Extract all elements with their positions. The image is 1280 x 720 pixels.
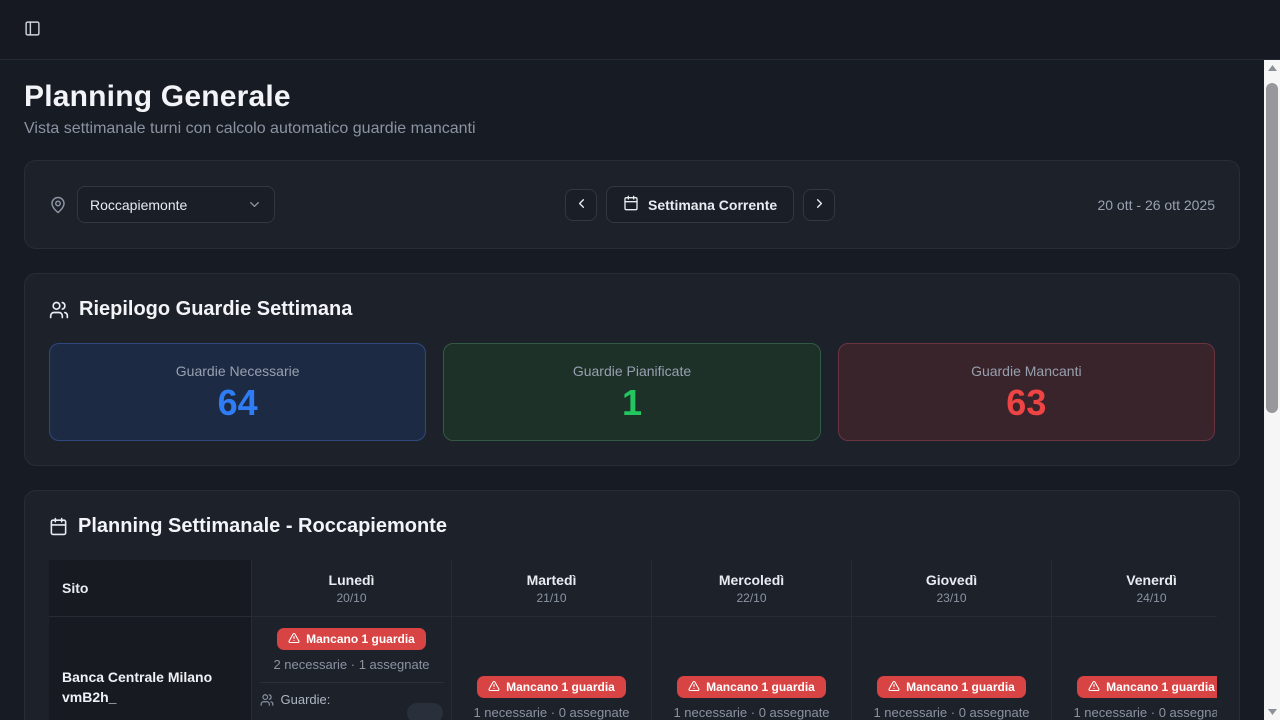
triangle-alert-icon [688,680,700,695]
missing-guards-badge: Mancano 1 guardia [477,676,626,698]
stat-guardie-necessarie: Guardie Necessarie 64 [49,343,426,441]
stat-value: 63 [1006,385,1046,421]
triangle-alert-icon [888,680,900,695]
week-date-range: 20 ott - 26 ott 2025 [1097,197,1215,213]
shift-cell-friday[interactable]: Mancano 1 guardia 1 necessarie · 0 asseg… [1052,617,1217,720]
summary-card: Riepilogo Guardie Settimana Guardie Nece… [24,273,1240,466]
guards-count-info: 1 necessarie · 0 assegnate [873,705,1029,720]
current-week-button-label: Settimana Corrente [648,197,777,213]
page-subtitle: Vista settimanale turni con calcolo auto… [24,120,1240,138]
panel-left-icon [24,20,41,40]
shift-cell-monday[interactable]: Mancano 1 guardia 2 necessarie · 1 asseg… [252,617,451,720]
missing-guards-badge: Mancano 1 guardia [877,676,1026,698]
scrollbar-thumb[interactable] [1266,83,1278,413]
calendar-icon [623,195,639,214]
guards-count-info: 1 necessarie · 0 assegnate [1073,705,1217,720]
shift-cell-tuesday[interactable]: Mancano 1 guardia 1 necessarie · 0 asseg… [452,617,651,720]
scrollbar-down-arrow[interactable] [1264,704,1280,720]
scrollbar-up-arrow[interactable] [1264,60,1280,76]
main-content: Planning Generale Vista settimanale turn… [0,60,1264,720]
current-week-button[interactable]: Settimana Corrente [606,186,794,223]
users-icon [260,693,274,707]
stat-label: Guardie Necessarie [176,363,300,379]
summary-title: Riepilogo Guardie Settimana [79,298,352,321]
filter-bar: Roccapiemonte Settimana Corrente [24,160,1240,249]
map-pin-icon [49,196,67,214]
guards-count-info: 1 necessarie · 0 assegnate [673,705,829,720]
guard-chip[interactable] [407,703,443,720]
vertical-scrollbar[interactable] [1264,60,1280,720]
column-header-sito: Sito [49,560,251,617]
location-select-value: Roccapiemonte [90,197,187,213]
stat-label: Guardie Mancanti [971,363,1082,379]
table-row: Banca Centrale Milano vmB2h_ Mancano 1 g… [49,617,1217,720]
triangle-alert-icon [488,680,500,695]
chevron-right-icon [812,196,827,214]
stat-label: Guardie Pianificate [573,363,691,379]
cell-divider [260,682,444,683]
column-header-day: Lunedì 20/10 [252,560,451,617]
stat-value: 1 [622,385,642,421]
chevron-down-icon [247,197,262,212]
stat-guardie-pianificate: Guardie Pianificate 1 [443,343,820,441]
missing-guards-badge: Mancano 1 guardia [277,628,426,650]
planning-title: Planning Settimanale - Roccapiemonte [78,515,447,538]
stat-guardie-mancanti: Guardie Mancanti 63 [838,343,1215,441]
users-icon [49,300,69,320]
location-select[interactable]: Roccapiemonte [77,186,275,223]
shift-cell-thursday[interactable]: Mancano 1 guardia 1 necessarie · 0 asseg… [852,617,1051,720]
column-header-day: Mercoledì 22/10 [652,560,851,617]
shift-cell-wednesday[interactable]: Mancano 1 guardia 1 necessarie · 0 asseg… [652,617,851,720]
top-bar [0,0,1280,60]
page-title: Planning Generale [24,80,1240,114]
stat-value: 64 [218,385,258,421]
site-name: Banca Centrale Milano vmB2h_ [49,617,251,720]
previous-week-button[interactable] [565,189,597,221]
planning-card: Planning Settimanale - Roccapiemonte Sit… [24,490,1240,720]
guards-label: Guardie: [281,692,331,707]
missing-guards-badge: Mancano 1 guardia [1077,676,1217,698]
guards-count-info: 1 necessarie · 0 assegnate [473,705,629,720]
triangle-alert-icon [288,632,300,647]
next-week-button[interactable] [803,189,835,221]
chevron-left-icon [574,196,589,214]
triangle-alert-icon [1088,680,1100,695]
column-header-day: Giovedì 23/10 [852,560,1051,617]
guards-count-info: 2 necessarie · 1 assegnate [273,657,429,672]
column-header-day: Venerdì 24/10 [1052,560,1217,617]
missing-guards-badge: Mancano 1 guardia [677,676,826,698]
calendar-icon [49,517,68,536]
column-header-day: Martedì 21/10 [452,560,651,617]
planning-table: Sito Lunedì 20/10 Martedì 21/10 Merco [49,560,1217,720]
sidebar-toggle-button[interactable] [16,14,48,46]
